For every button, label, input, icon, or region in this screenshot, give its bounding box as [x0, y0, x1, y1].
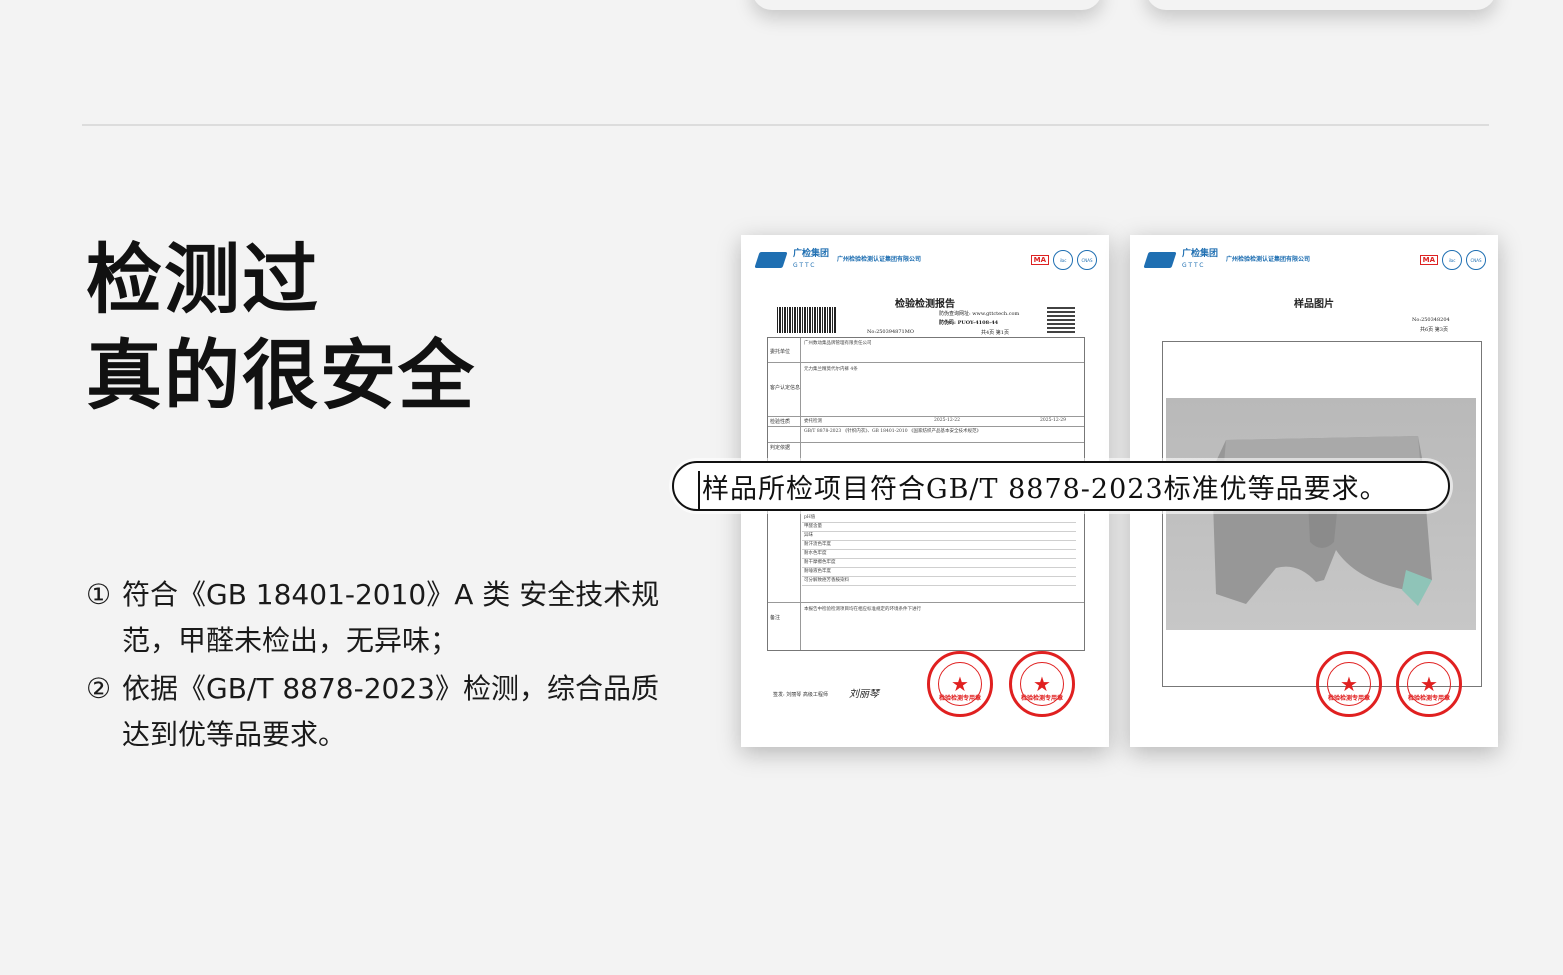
stamp-text: 检验检测专用章: [1327, 695, 1370, 702]
row-value: 广州数动集品牌管理有限责任公司: [804, 341, 872, 346]
row-label: 委托单位: [770, 349, 791, 355]
report-header: 广检集团 GTTC 广州检验检测认证集团有限公司 MA ilac CNAS: [1143, 247, 1486, 273]
test-item: 可分解致癌芳香胺染料: [804, 578, 849, 583]
top-card-shadow-left: [752, 0, 1102, 10]
qr-code-icon: [1047, 305, 1075, 333]
report-pages: 共6页 第3页: [1420, 327, 1448, 333]
stamp-text: 检验检测专用章: [938, 695, 981, 702]
row-label: 客户认定信息: [770, 385, 801, 391]
top-card-shadow-right: [1146, 0, 1496, 10]
row-value: 委托检测: [804, 419, 822, 424]
point-text: 符合《GB 18401-2010》A 类 安全技术规范，甲醛未检出，无异味；: [122, 578, 660, 657]
headline: 检测过 真的很安全: [86, 232, 476, 424]
cma-badge-icon: MA: [1419, 255, 1438, 265]
stamp-text: 检验检测专用章: [1407, 695, 1450, 702]
brand-name: 广检集团 GTTC: [793, 249, 830, 269]
cma-badge-icon: MA: [1030, 255, 1049, 265]
issue-date: 2025-12-29: [1040, 418, 1066, 423]
signer: 签发: 刘丽琴 高级工程师: [773, 692, 828, 698]
official-stamp: ★ 检验检测专用章: [927, 651, 993, 717]
sample-photo-frame: [1162, 341, 1482, 687]
feature-points: ① 符合《GB 18401-2010》A 类 安全技术规范，甲醛未检出，无异味；…: [86, 572, 686, 760]
gttc-logo-icon: [754, 249, 789, 271]
point-text: 依据《GB/T 8878-2023》检测，综合品质达到优等品要求。: [122, 672, 659, 751]
signature: 刘丽琴: [849, 689, 879, 700]
cert-badges: MA ilac CNAS: [1030, 250, 1097, 270]
official-stamp: ★ 检验检测专用章: [1316, 651, 1382, 717]
test-item: 异味: [804, 533, 813, 538]
report-pages: 共4页 第1页: [981, 330, 1009, 336]
conclusion-callout: 样品所检项目符合GB/T 8878-2023标准优等品要求。: [672, 461, 1450, 511]
test-item: 耐唾液色牢度: [804, 569, 831, 574]
gttc-logo-icon: [1143, 249, 1178, 271]
callout-text: 样品所检项目符合GB/T 8878-2023标准优等品要求。: [702, 473, 1388, 505]
row-value: GB/T 8878-2023 《针织内衣》、GB 18401-2010 《国家纺…: [804, 429, 982, 434]
row-label: 判定依据: [770, 445, 791, 451]
underwear-image-icon: [1212, 436, 1432, 606]
official-stamp: ★ 检验检测专用章: [1396, 651, 1462, 717]
sample-photo: [1166, 398, 1476, 630]
row-label: 备注: [770, 615, 781, 621]
ilac-badge-icon: ilac: [1442, 250, 1462, 270]
row-value: 元力集兰精莫代尔内裤 4条: [804, 367, 858, 372]
official-stamp: ★ 检验检测专用章: [1009, 651, 1075, 717]
section-divider: [82, 124, 1489, 126]
headline-line-2: 真的很安全: [86, 331, 476, 420]
report-number: No:250348204: [1412, 317, 1450, 323]
test-item: 耐水色牢度: [804, 551, 827, 556]
cnas-badge-icon: CNAS: [1077, 250, 1097, 270]
test-item: 耐汗渍色牢度: [804, 542, 831, 547]
callout-bar: [698, 471, 700, 511]
stamp-text: 检验检测专用章: [1020, 695, 1063, 702]
test-item: 甲醛含量: [804, 524, 822, 529]
row-value: 本报告中检验检测项目均在相应标准规定的环境条件下进行: [804, 607, 921, 612]
feature-point: ① 符合《GB 18401-2010》A 类 安全技术规范，甲醛未检出，无异味；: [86, 572, 686, 664]
feature-point: ② 依据《GB/T 8878-2023》检测，综合品质达到优等品要求。: [86, 666, 686, 758]
report-header: 广检集团 GTTC 广州检验检测认证集团有限公司 MA ilac CNAS: [754, 247, 1097, 273]
headline-line-1: 检测过: [86, 235, 320, 324]
report-title: 样品图片: [1294, 299, 1334, 310]
barcode-icon: [777, 307, 837, 333]
cnas-badge-icon: CNAS: [1466, 250, 1486, 270]
ilac-badge-icon: ilac: [1053, 250, 1073, 270]
row-label: 检验性质: [770, 419, 791, 425]
report-website: 防伪查询网址: www.gttctech.com: [939, 311, 1020, 317]
report-number: No:250394871MO: [867, 329, 914, 335]
test-item: 耐干摩擦色牢度: [804, 560, 836, 565]
brand-name: 广检集团 GTTC: [1182, 249, 1219, 269]
point-number: ②: [86, 672, 112, 705]
cert-badges: MA ilac CNAS: [1419, 250, 1486, 270]
institute-name: 广州检验检测认证集团有限公司: [1226, 256, 1311, 263]
point-number: ①: [86, 578, 112, 611]
institute-name: 广州检验检测认证集团有限公司: [837, 256, 922, 263]
start-date: 2025-12-22: [934, 418, 960, 423]
report-code: 防伪码: PUOY-4108-44: [939, 320, 999, 326]
test-item: pH值: [804, 515, 816, 520]
